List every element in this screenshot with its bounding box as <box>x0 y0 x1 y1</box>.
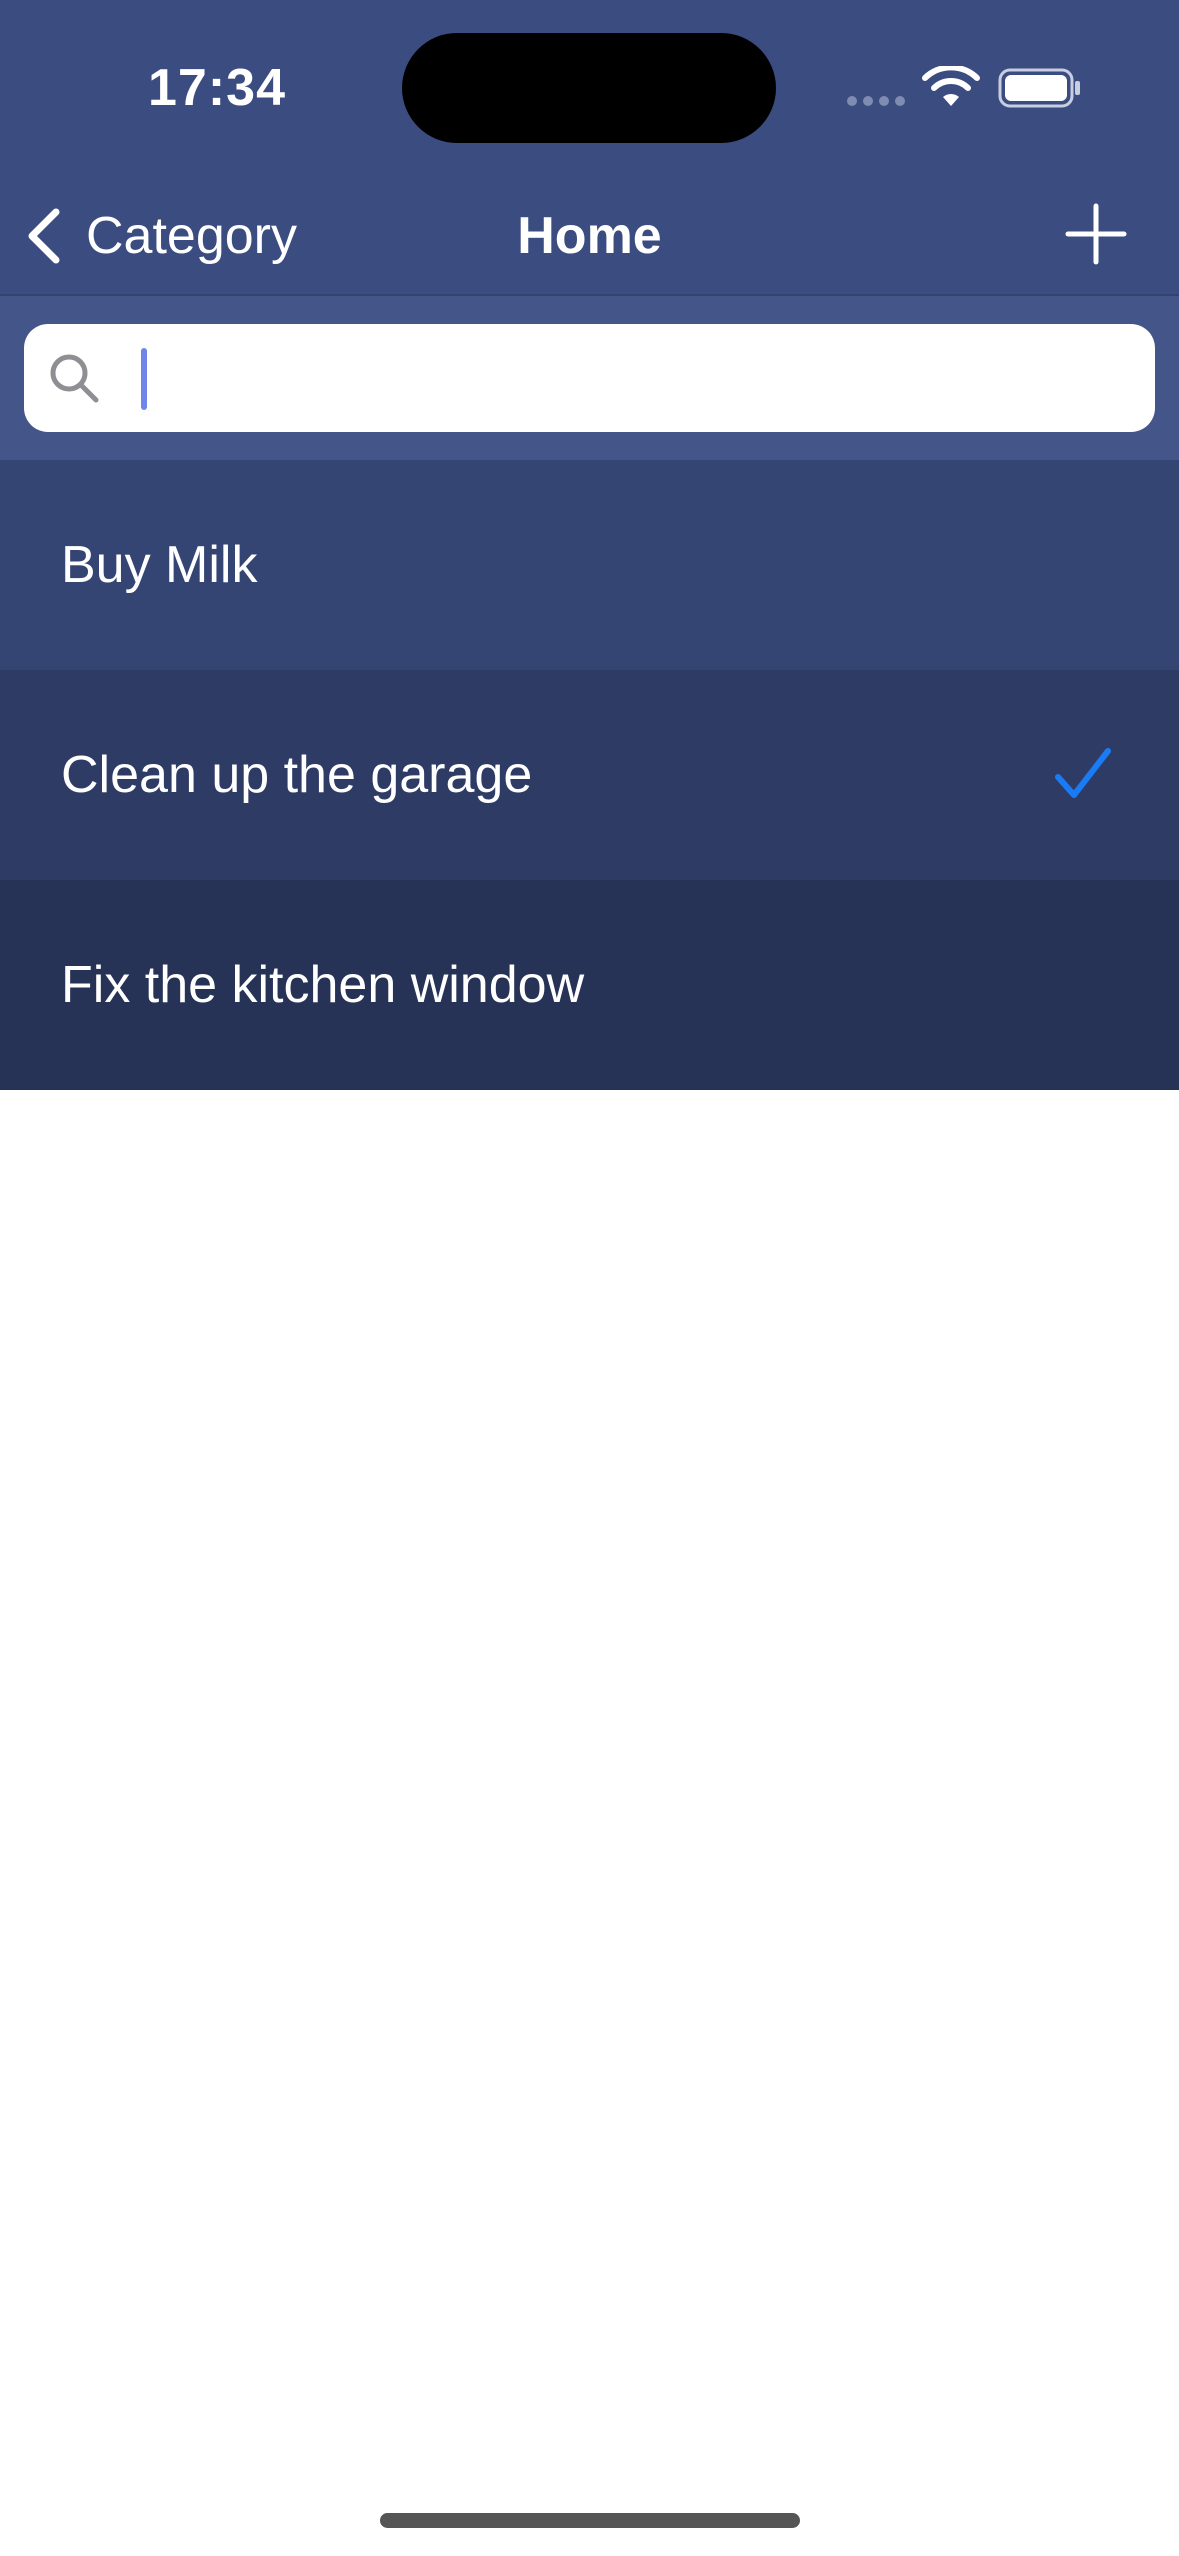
search-bar <box>0 296 1179 460</box>
checkmark-icon <box>1055 748 1111 798</box>
list-item[interactable]: Clean up the garage <box>0 670 1179 880</box>
search-input[interactable] <box>116 337 1155 419</box>
todo-list: Buy Milk Clean up the garage Fix the kit… <box>0 460 1179 1090</box>
list-item-title: Buy Milk <box>61 536 258 594</box>
status-bar: 17:34 <box>0 0 1179 176</box>
plus-icon[interactable] <box>1060 198 1132 270</box>
status-time: 17:34 <box>148 59 286 117</box>
home-indicator <box>380 2513 800 2528</box>
search-icon <box>50 354 99 403</box>
screen: 17:34 Category Home Buy Milk Clean up th… <box>0 0 1179 2556</box>
cellular-signal-icon <box>847 96 905 106</box>
chevron-left-icon <box>28 208 60 264</box>
back-button[interactable]: Category <box>22 196 297 276</box>
list-item[interactable]: Buy Milk <box>0 460 1179 670</box>
back-button-label: Category <box>86 207 297 265</box>
text-cursor <box>141 348 147 410</box>
list-item-title: Clean up the garage <box>61 746 533 804</box>
battery-icon <box>998 68 1080 108</box>
dynamic-island <box>402 33 776 143</box>
search-field[interactable] <box>24 324 1155 432</box>
navigation-bar: Category Home <box>0 176 1179 296</box>
wifi-icon <box>922 66 980 106</box>
list-item-title: Fix the kitchen window <box>61 956 585 1014</box>
list-item[interactable]: Fix the kitchen window <box>0 880 1179 1090</box>
